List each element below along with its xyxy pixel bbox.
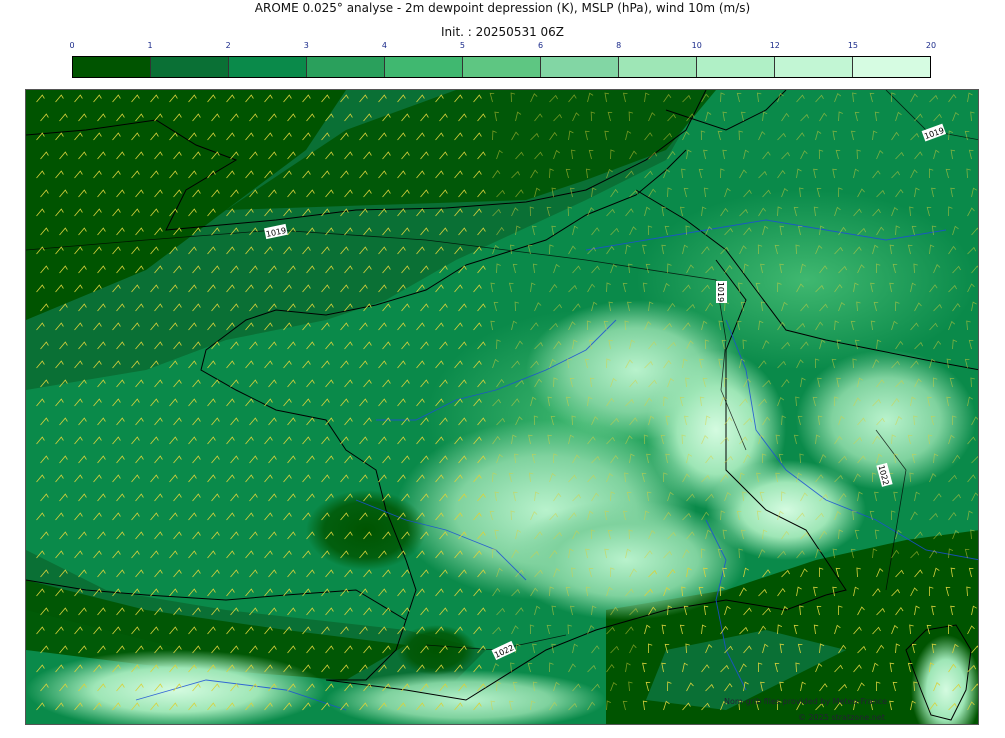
colorbar	[72, 56, 931, 78]
colorbar-bin	[229, 57, 307, 77]
colorbar-bin	[73, 57, 151, 77]
colorbar-bin	[463, 57, 541, 77]
colorbar-tick-label: 8	[616, 41, 622, 50]
colorbar-bin	[385, 57, 463, 77]
colorbar-tick-label: 4	[381, 41, 387, 50]
colorbar-tick-label: 0	[69, 41, 75, 50]
colorbar-tick-label: 1	[147, 41, 153, 50]
copyright: © 2025 stratzone.net	[798, 713, 885, 722]
colorbar-bin	[697, 57, 775, 77]
colorbar-tick-label: 10	[691, 41, 702, 50]
map-panel: 1019 1019 1019 1022 1022 Nom-grib files …	[25, 89, 979, 725]
colorbar-tick-label: 20	[925, 41, 937, 50]
colorbar-tick-label: 15	[847, 41, 858, 50]
dewpoint-map: 1019 1019 1019 1022 1022	[26, 90, 978, 724]
colorbar-tick-label: 12	[769, 41, 780, 50]
colorbar-tick-label: 3	[303, 41, 309, 50]
colorbar-bin	[619, 57, 697, 77]
colorbar-bin	[775, 57, 853, 77]
colorbar-bin	[307, 57, 385, 77]
colorbar-bin	[541, 57, 619, 77]
colorbar-tick-label: 2	[225, 41, 231, 50]
data-credit: Nom-grib files provided by Meteo-France	[724, 697, 888, 706]
colorbar-bin	[853, 57, 930, 77]
colorbar-tick-label: 5	[459, 41, 465, 50]
chart-title: AROME 0.025° analyse - 2m dewpoint depre…	[254, 1, 751, 15]
colorbar-tick-label: 6	[537, 41, 544, 50]
colorbar-bin	[151, 57, 229, 77]
init-time: Init. : 20250531 06Z	[440, 25, 565, 39]
isobar-label: 1019	[716, 282, 725, 302]
